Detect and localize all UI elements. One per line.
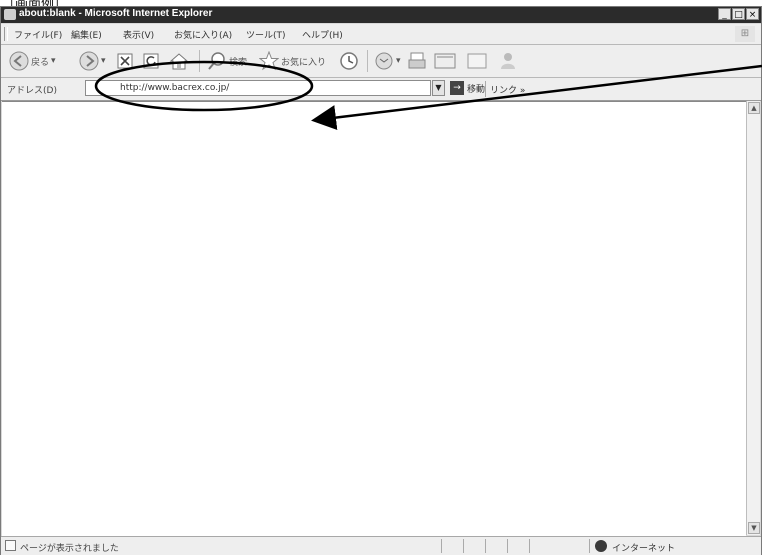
go-button[interactable]: → 移動 (450, 81, 485, 95)
mail-icon (375, 52, 393, 70)
back-label: 戻る (31, 57, 50, 68)
ie-logo-icon (4, 9, 16, 20)
scroll-up-icon[interactable]: ▲ (748, 102, 760, 114)
search-icon (208, 52, 225, 70)
favorites-star-icon (259, 51, 279, 71)
menu-favorites[interactable]: お気に入り(A) (174, 28, 232, 41)
back-button[interactable]: 戻る ▾ (9, 50, 56, 72)
status-divider (485, 539, 486, 553)
search-button[interactable]: 検索 (207, 50, 247, 72)
favorites-button[interactable]: お気に入り (259, 50, 326, 72)
print-icon (408, 52, 426, 69)
search-label: 検索 (229, 57, 248, 68)
vertical-scrollbar[interactable]: ▲ ▼ (746, 101, 760, 535)
page-content-area[interactable] (2, 101, 746, 536)
standard-toolbar: 戻る ▾ ▾ 検索 お気に入り ▾ (1, 45, 761, 78)
links-button[interactable]: リンク » (490, 83, 525, 96)
minimize-button[interactable]: _ (718, 8, 731, 20)
address-url[interactable]: http://www.bacrex.co.jp/ (120, 83, 229, 93)
mail-dropdown-icon[interactable]: ▾ (396, 56, 401, 66)
address-bar: アドレス(D) http://www.bacrex.co.jp/ ▼ → 移動 … (1, 78, 761, 101)
menu-edit[interactable]: 編集(E) (71, 28, 102, 41)
status-divider (589, 539, 590, 553)
address-input[interactable]: http://www.bacrex.co.jp/ (85, 80, 431, 96)
address-dropdown-icon[interactable]: ▼ (432, 80, 445, 96)
refresh-icon (143, 53, 159, 69)
history-button[interactable] (339, 50, 359, 72)
status-divider (463, 539, 464, 553)
browser-window: about:blank - Microsoft Internet Explore… (0, 6, 762, 555)
stop-icon (117, 53, 133, 69)
window-title: about:blank - Microsoft Internet Explore… (19, 8, 213, 19)
messenger-button[interactable] (498, 50, 518, 72)
scroll-down-icon[interactable]: ▼ (748, 522, 760, 534)
internet-zone-icon (595, 540, 607, 552)
address-label: アドレス(D) (7, 86, 57, 96)
zone-text: インターネット (612, 544, 676, 554)
close-button[interactable]: × (746, 8, 759, 20)
menu-grip[interactable] (4, 27, 8, 41)
edit-button[interactable] (434, 50, 456, 72)
window-controls: _ □ × (717, 8, 759, 21)
title-bar[interactable]: about:blank - Microsoft Internet Explore… (1, 7, 761, 23)
status-divider (507, 539, 508, 553)
forward-button[interactable]: ▾ (79, 50, 106, 72)
menu-tools[interactable]: ツール(T) (246, 28, 286, 41)
mail-button[interactable]: ▾ (374, 50, 401, 72)
discuss-icon (467, 53, 487, 69)
status-divider (441, 539, 442, 553)
go-arrow-icon: → (450, 81, 464, 95)
maximize-button[interactable]: □ (732, 8, 745, 20)
windows-logo-icon: ⊞ (735, 26, 755, 42)
menu-file[interactable]: ファイル(F) (14, 28, 62, 41)
menu-help[interactable]: ヘルプ(H) (302, 28, 343, 41)
messenger-icon (501, 53, 515, 69)
status-divider (529, 539, 530, 553)
home-button[interactable] (169, 50, 189, 72)
forward-arrow-icon (79, 51, 99, 71)
print-button[interactable] (407, 50, 427, 72)
menu-bar: ファイル(F) 編集(E) 表示(V) お気に入り(A) ツール(T) ヘルプ(… (1, 24, 761, 45)
toolbar-separator (367, 50, 368, 72)
status-bar: ページが表示されました インターネット (1, 536, 761, 555)
links-separator (485, 81, 486, 97)
forward-dropdown-icon[interactable]: ▾ (101, 56, 106, 66)
toolbar-separator (199, 50, 200, 72)
menu-view[interactable]: 表示(V) (123, 28, 154, 41)
stop-button[interactable] (117, 50, 133, 72)
home-icon (169, 53, 189, 70)
discuss-button[interactable] (467, 50, 487, 72)
back-arrow-icon (9, 51, 29, 71)
back-dropdown-icon[interactable]: ▾ (51, 56, 56, 66)
go-label: 移動 (467, 84, 486, 95)
edit-icon (434, 53, 456, 69)
refresh-button[interactable] (143, 50, 159, 72)
status-text: ページが表示されました (20, 544, 119, 554)
history-icon (340, 52, 358, 70)
favorites-label: お気に入り (281, 57, 327, 68)
page-status-icon (5, 540, 16, 551)
